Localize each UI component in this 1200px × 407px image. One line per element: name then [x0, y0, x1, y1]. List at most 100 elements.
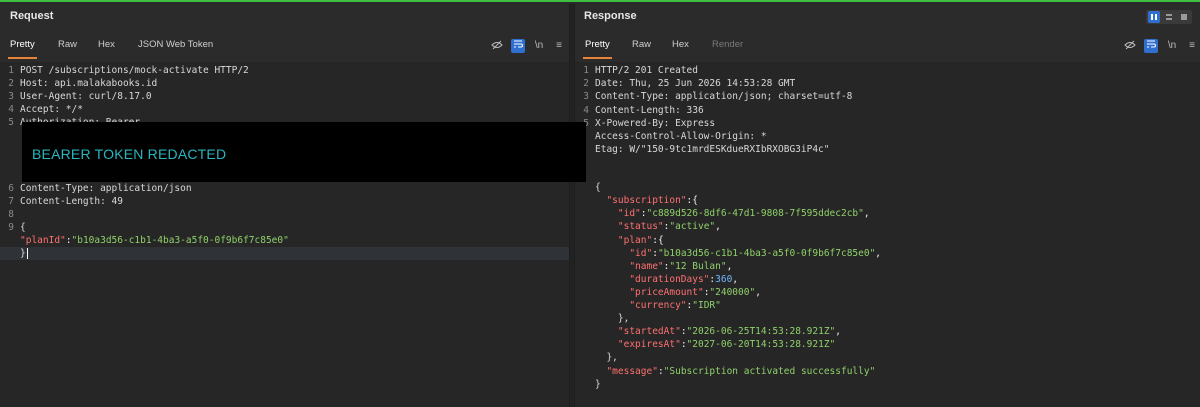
- layout-horizontal-icon[interactable]: [1163, 11, 1175, 23]
- response-line: "expiresAt":"2027-06-20T14:53:28.921Z": [575, 338, 1200, 351]
- line-number: 4: [583, 104, 589, 116]
- json-key: "id": [617, 208, 641, 220]
- response-line: "subscription":{: [575, 194, 1200, 207]
- request-tab-pretty[interactable]: Pretty: [8, 39, 37, 59]
- code-text: Etag: W/"150-9tc1mrdESKdueRXIbRXOBG3iP4c…: [595, 143, 830, 156]
- response-line: Etag: W/"150-9tc1mrdESKdueRXIbRXOBG3iP4c…: [575, 143, 1200, 156]
- eye-off-icon[interactable]: [490, 39, 504, 53]
- code-text: }: [20, 247, 28, 260]
- response-editor[interactable]: 1 HTTP/2 201 Created 2 Date: Thu, 25 Jun 20…: [575, 62, 1200, 407]
- code-text: "message":"Subscription activated succes…: [595, 365, 875, 378]
- json-string: "2027-06-20T14:53:28.921Z": [686, 339, 836, 351]
- response-line: [575, 168, 1200, 181]
- response-line: "id":"c889d526-8df6-47d1-9808-7f595ddec2…: [575, 207, 1200, 220]
- line-number: 9: [8, 222, 14, 233]
- json-key: "message": [606, 365, 658, 377]
- code-line-text: POST /subscriptions/mock-activate HTTP/2: [20, 65, 249, 76]
- response-line: "plan":{: [575, 234, 1200, 247]
- code-line-text: },: [617, 313, 630, 325]
- layout-split-icon[interactable]: [1148, 11, 1160, 23]
- code-line-text: Etag: W/"150-9tc1mrdESKdueRXIbRXOBG3iP4c…: [595, 144, 830, 156]
- code-line-text: {: [595, 182, 601, 194]
- code-text: "id":"c889d526-8df6-47d1-9808-7f595ddec2…: [595, 207, 870, 220]
- json-string: "b10a3d56-c1b1-4ba3-a5f0-0f9b6f7c85e0": [71, 235, 289, 246]
- code-line-text: Content-Length: 336: [595, 104, 704, 116]
- request-title: Request: [10, 10, 54, 22]
- code-line-text: User-Agent: curl/8.17.0: [20, 91, 152, 102]
- request-editor[interactable]: 1 POST /subscriptions/mock-activate HTTP/…: [0, 62, 569, 407]
- json-key: "status": [617, 221, 664, 233]
- json-separator: :{: [652, 234, 664, 246]
- menu-icon[interactable]: ≡: [552, 39, 566, 53]
- code-text: "subscription":{: [595, 194, 698, 207]
- json-key: "subscription": [606, 195, 687, 207]
- code-text: Host: api.malakabooks.id: [20, 77, 157, 90]
- code-line-text: }: [595, 378, 601, 390]
- code-text: {: [20, 221, 26, 234]
- response-line: "durationDays":360,: [575, 273, 1200, 286]
- code-text: },: [595, 312, 629, 325]
- code-text: X-Powered-By: Express: [595, 117, 715, 130]
- layout-single-icon[interactable]: [1178, 11, 1190, 23]
- json-punct: ,: [732, 273, 739, 285]
- response-pane: Response Pretty Raw Hex Render \n ≡ 1 HTT…: [574, 4, 1200, 407]
- response-line: "id":"b10a3d56-c1b1-4ba3-a5f0-0f9b6f7c85…: [575, 247, 1200, 260]
- line-number: 5: [8, 117, 14, 128]
- redaction-box: BEARER TOKEN REDACTED: [22, 122, 586, 182]
- request-line: }: [0, 247, 569, 260]
- json-string: "240000": [709, 286, 756, 298]
- request-tab-hex[interactable]: Hex: [98, 39, 115, 59]
- response-tab-hex[interactable]: Hex: [672, 39, 689, 59]
- response-tab-render: Render: [712, 39, 744, 50]
- json-string: "c889d526-8df6-47d1-9808-7f595ddec2cb": [646, 208, 864, 220]
- layout-toggle[interactable]: [1146, 10, 1192, 24]
- request-tabs: Pretty Raw Hex JSON Web Token \n ≡: [0, 36, 569, 60]
- line-number: 2: [8, 78, 14, 89]
- response-tab-raw[interactable]: Raw: [632, 39, 651, 59]
- eye-off-icon[interactable]: [1123, 39, 1137, 53]
- menu-icon[interactable]: ≡: [1185, 39, 1199, 53]
- json-punct: ,: [835, 326, 841, 338]
- response-line: },: [575, 312, 1200, 325]
- json-key: "currency": [629, 300, 687, 311]
- request-tab-jwt[interactable]: JSON Web Token: [138, 39, 213, 59]
- request-pane: Request Pretty Raw Hex JSON Web Token \n…: [0, 4, 570, 407]
- request-tab-raw[interactable]: Raw: [58, 39, 77, 59]
- code-text: "status":"active",: [595, 220, 721, 233]
- code-text: HTTP/2 201 Created: [595, 64, 698, 77]
- response-line: 1 HTTP/2 201 Created: [575, 64, 1200, 77]
- request-line: 6 Content-Type: application/json: [0, 182, 569, 195]
- newline-icon[interactable]: \n: [532, 39, 546, 53]
- code-line-text: {: [20, 222, 26, 233]
- code-text: Content-Length: 49: [20, 195, 123, 208]
- json-string: "2026-06-25T14:53:28.921Z": [686, 326, 836, 338]
- code-line-text: Content-Type: application/json; charset=…: [595, 91, 853, 103]
- json-key: "expiresAt": [617, 339, 681, 351]
- code-line-text: HTTP/2 201 Created: [595, 65, 698, 76]
- response-line: "name":"12 Bulan",: [575, 260, 1200, 273]
- request-line: 9{: [0, 221, 569, 234]
- response-line: }: [575, 378, 1200, 391]
- response-line: Access-Control-Allow-Origin: *: [575, 130, 1200, 143]
- code-text: User-Agent: curl/8.17.0: [20, 90, 152, 103]
- json-key: "id": [629, 247, 653, 259]
- json-key: "name": [629, 260, 664, 272]
- response-line: 4 Content-Length: 336: [575, 104, 1200, 117]
- wrap-icon[interactable]: [1144, 39, 1158, 53]
- newline-icon[interactable]: \n: [1165, 39, 1179, 53]
- code-line-text: Host: api.malakabooks.id: [20, 78, 158, 89]
- json-punct: ,: [755, 286, 761, 298]
- line-number: 4: [8, 104, 14, 115]
- response-line: 2 Date: Thu, 25 Jun 2026 14:53:28 GMT: [575, 77, 1200, 90]
- code-text: "plan":{: [595, 234, 664, 247]
- line-number: 6: [8, 183, 14, 194]
- response-tab-pretty[interactable]: Pretty: [583, 39, 612, 59]
- wrap-icon[interactable]: [511, 39, 525, 53]
- json-key: "priceAmount": [629, 286, 704, 298]
- code-line-text: Date: Thu, 25 Jun 2026 14:53:28 GMT: [595, 78, 796, 90]
